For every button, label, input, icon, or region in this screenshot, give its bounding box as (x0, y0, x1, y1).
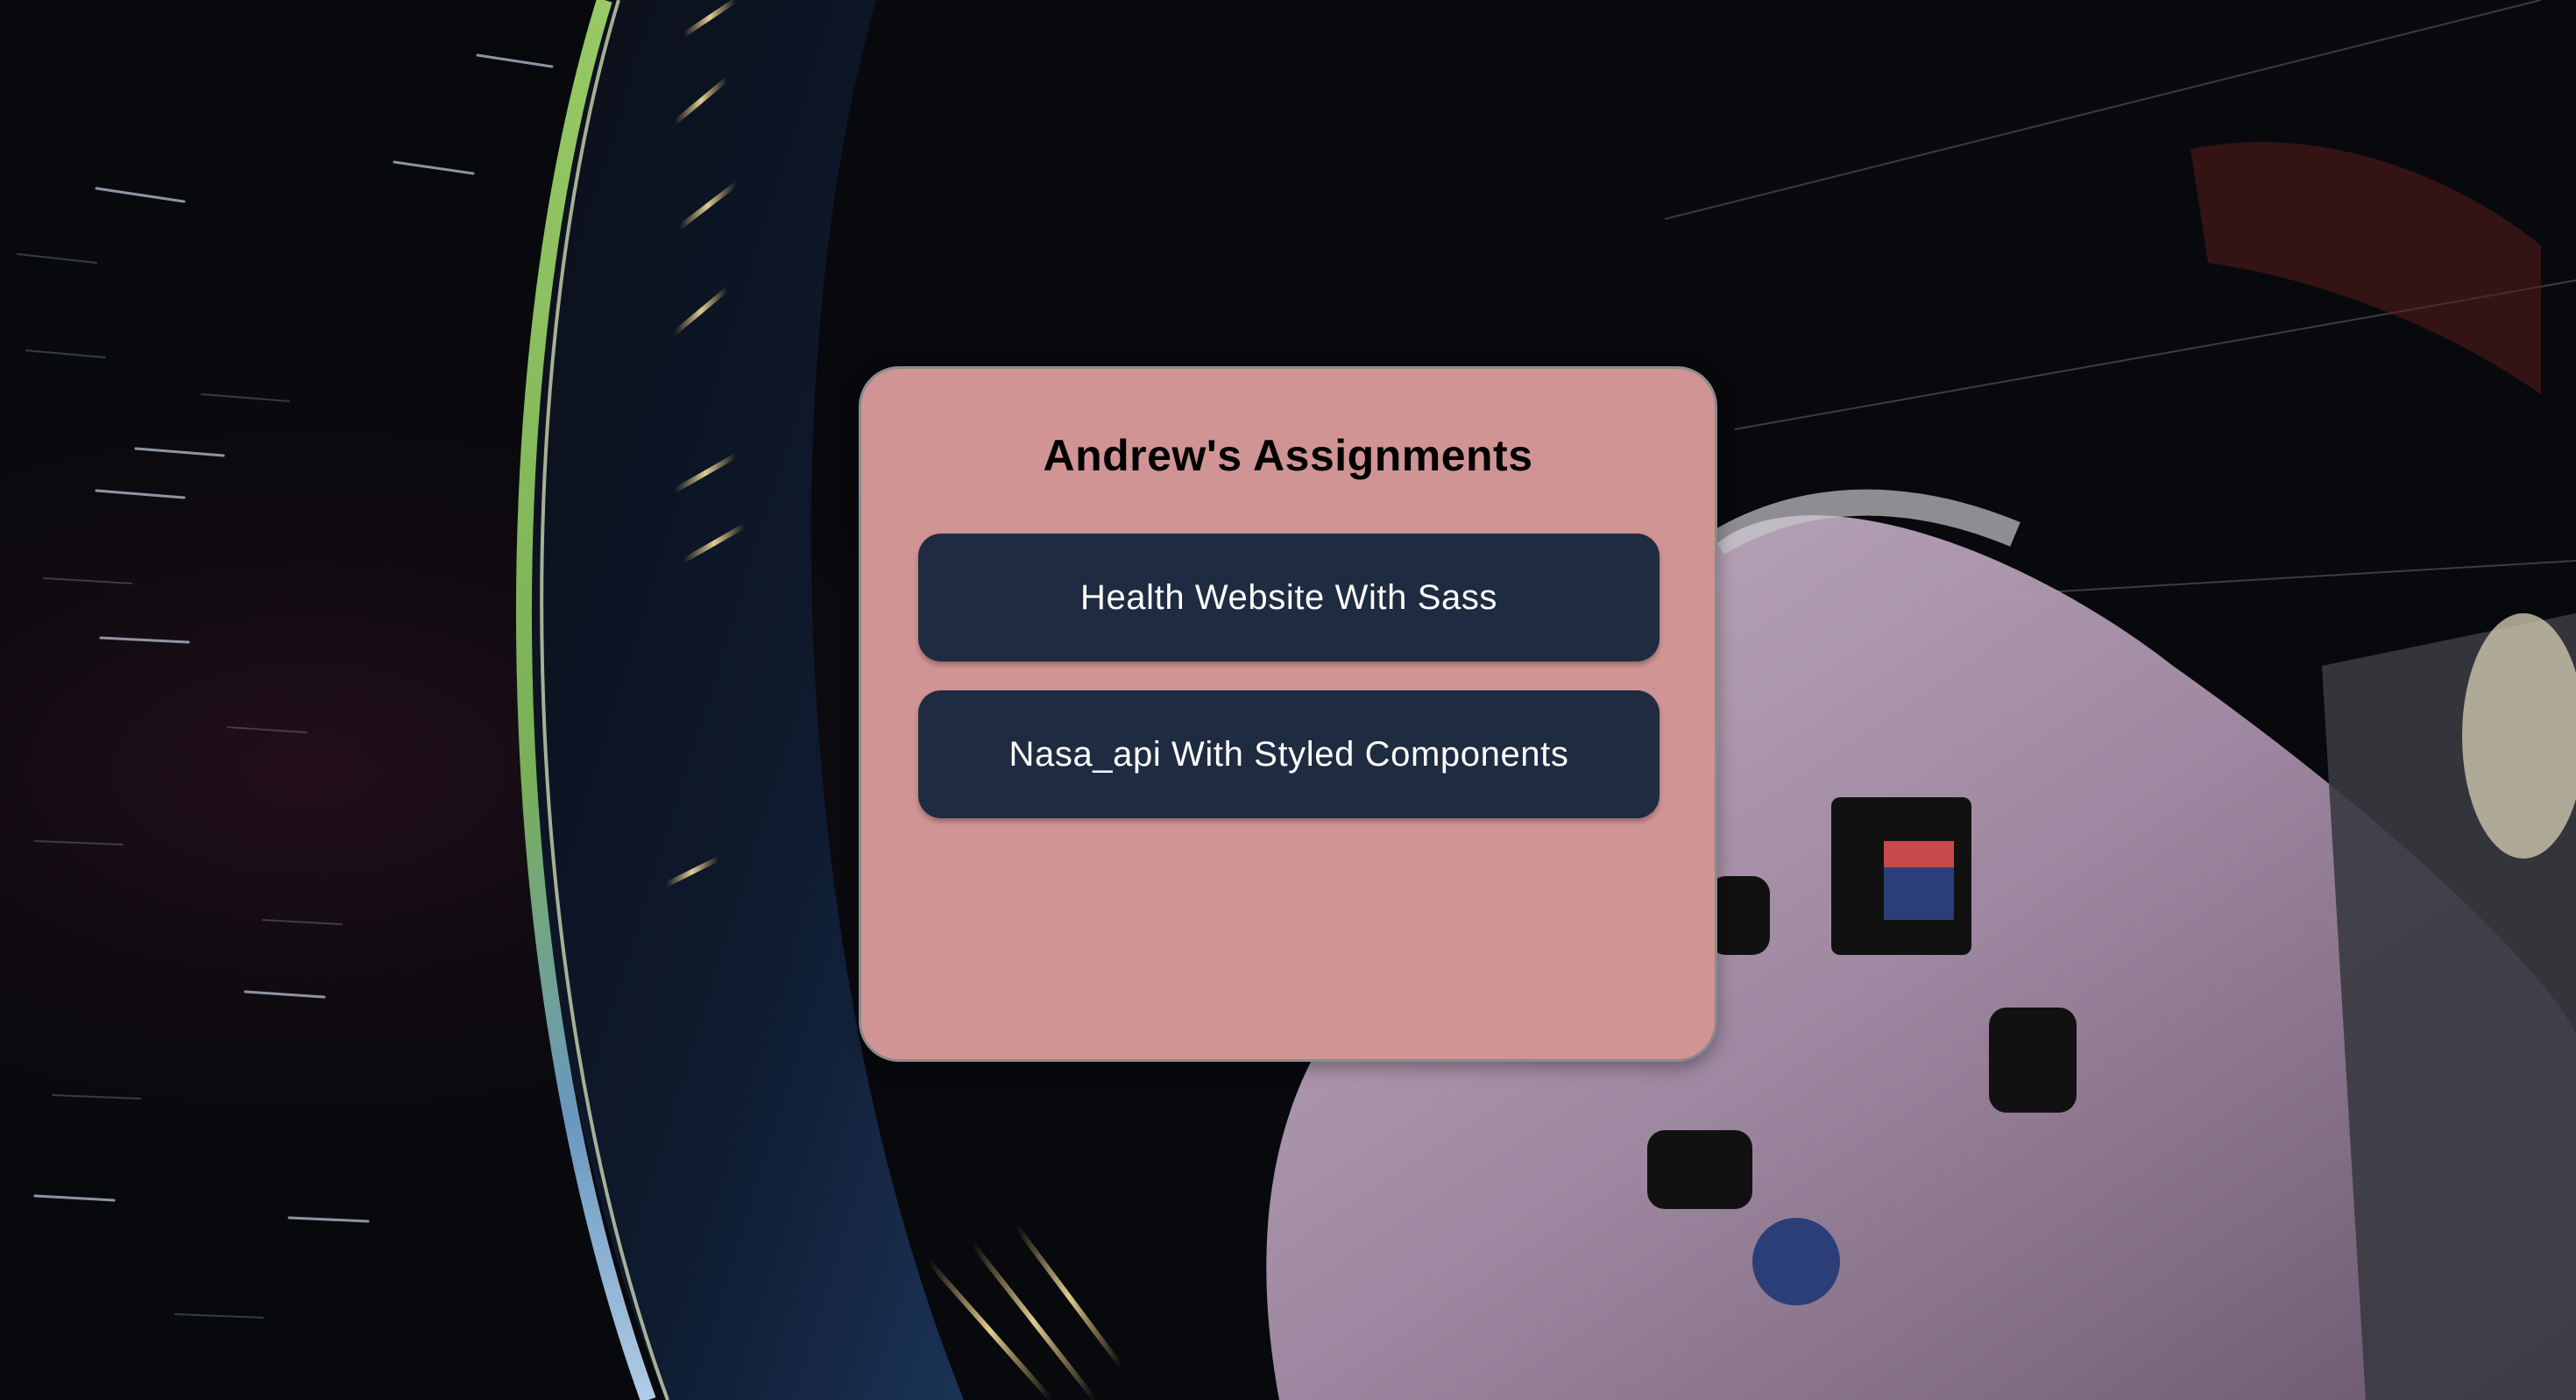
card-title: Andrew's Assignments (1043, 431, 1533, 480)
page: Andrew's Assignments Health Website With… (0, 0, 2576, 1400)
health-website-button[interactable]: Health Website With Sass (918, 534, 1660, 661)
assignments-card: Andrew's Assignments Health Website With… (859, 366, 1717, 1062)
health-website-button-label: Health Website With Sass (1079, 577, 1498, 617)
nasa-api-button[interactable]: Nasa_api With Styled Components (918, 690, 1660, 818)
nasa-api-button-label: Nasa_api With Styled Components (1008, 734, 1569, 774)
